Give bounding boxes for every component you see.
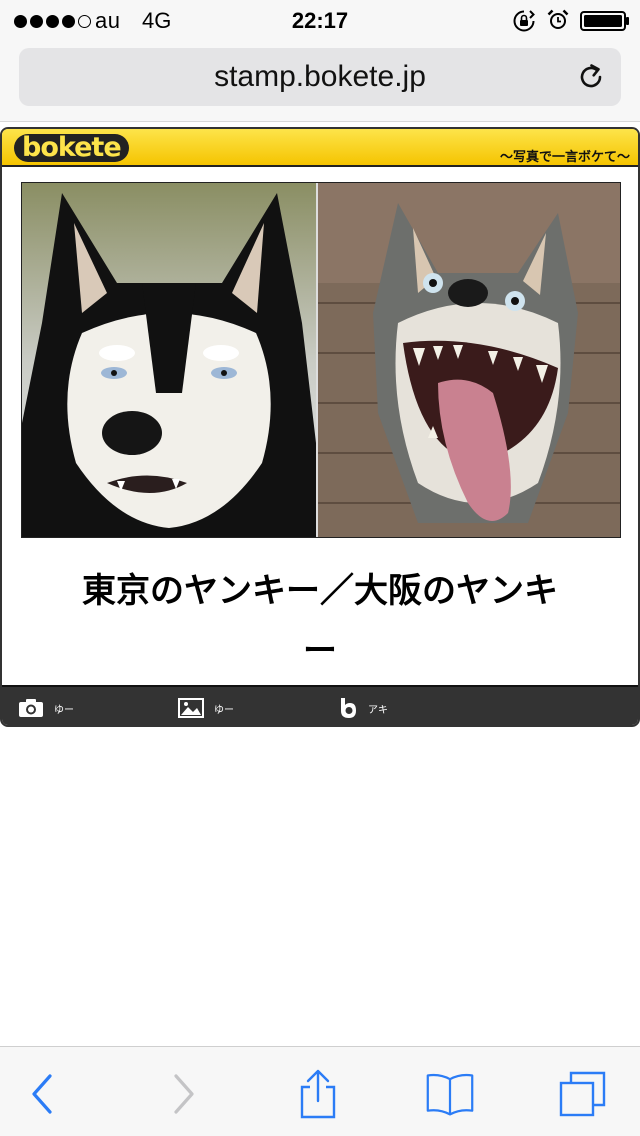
camera-icon: [19, 699, 43, 717]
image-icon: [178, 698, 204, 718]
bookmarks-icon[interactable]: [425, 1069, 475, 1119]
caption-line-1: 東京のヤンキー／大阪のヤンキ: [82, 571, 558, 611]
card-header: bokete 〜写真で一言ボケて〜: [2, 129, 638, 167]
credit-caption-author[interactable]: アキ: [338, 697, 388, 719]
credit-photo-owner[interactable]: ゆー: [18, 697, 74, 719]
status-bar: au 4G 22:17: [0, 0, 640, 40]
photo-husky-left: [22, 183, 316, 537]
battery-icon: [580, 11, 629, 31]
reload-icon[interactable]: [575, 61, 607, 93]
tagline: 〜写真で一言ボケて〜: [499, 149, 630, 164]
address-bar[interactable]: stamp.bokete.jp: [19, 48, 621, 106]
bokete-card: bokete 〜写真で一言ボケて〜 東京のヤンキー／大阪のヤンキ ー ゆー ゆー…: [0, 127, 640, 727]
back-icon[interactable]: [18, 1069, 68, 1119]
tabs-icon[interactable]: [558, 1069, 608, 1119]
credit-image-owner[interactable]: ゆー: [178, 697, 234, 719]
caption-line-2: ー: [303, 631, 337, 671]
bokete-logo[interactable]: bokete: [14, 131, 129, 165]
credit-name: ゆー: [54, 704, 74, 716]
card-footer: ゆー ゆー アキ: [2, 685, 638, 725]
browser-toolbar: [0, 1046, 640, 1136]
url-text[interactable]: stamp.bokete.jp: [19, 60, 621, 94]
forward-icon[interactable]: [158, 1069, 208, 1119]
credit-name: アキ: [368, 704, 388, 716]
bokete-b-icon: [341, 698, 356, 718]
status-time: 22:17: [291, 8, 349, 33]
alarm-icon: [547, 9, 569, 29]
photo-frame: [21, 182, 621, 538]
share-icon[interactable]: [293, 1069, 343, 1119]
caption-text: 東京のヤンキー／大阪のヤンキ ー: [2, 561, 638, 681]
credit-name: ゆー: [214, 704, 234, 716]
rotation-lock-icon: [513, 10, 535, 32]
photo-husky-right: [318, 183, 620, 537]
browser-chrome: stamp.bokete.jp: [0, 40, 640, 122]
